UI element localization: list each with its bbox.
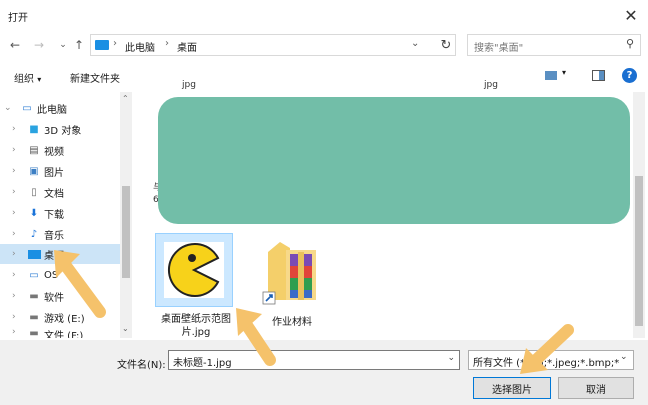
new-folder-button[interactable]: 新建文件夹 xyxy=(70,70,120,85)
sidebar-item-label: 下载 xyxy=(44,209,64,221)
chevron-down-icon[interactable]: ⌄ xyxy=(4,103,12,113)
breadcrumb-separator-icon: › xyxy=(113,38,117,49)
chevron-down-icon[interactable]: ▾ xyxy=(562,68,566,77)
sidebar-item-3d-objects[interactable]: › ■ 3D 对象 xyxy=(0,119,120,139)
search-input[interactable]: 搜索"桌面" ⚲ xyxy=(467,34,641,56)
desktop-location-icon xyxy=(95,40,109,50)
folder-item-homework[interactable] xyxy=(260,234,324,308)
chevron-right-icon[interactable]: › xyxy=(12,291,16,301)
annotation-arrow-icon xyxy=(236,308,276,366)
drive-icon: ▬ xyxy=(29,311,39,323)
file-item-wallpaper-jpg[interactable] xyxy=(155,233,233,307)
sidebar-scroll-thumb[interactable] xyxy=(122,186,130,278)
annotation-arrow-icon xyxy=(520,324,574,374)
chevron-right-icon[interactable]: › xyxy=(12,312,16,322)
sidebar-item-label: 文件 (F:) xyxy=(44,331,84,338)
sidebar-item-documents[interactable]: › ▯ 文档 xyxy=(0,182,120,202)
breadcrumb-desktop[interactable]: 桌面 xyxy=(177,39,197,54)
chevron-right-icon[interactable]: › xyxy=(12,166,16,176)
windows-drive-icon: ▭ xyxy=(29,269,39,281)
partial-text: jpg xyxy=(182,80,196,90)
document-icon: ▯ xyxy=(31,186,37,198)
redaction-overlay xyxy=(158,97,630,224)
search-icon: ⚲ xyxy=(625,37,634,50)
sidebar-item-label: 文档 xyxy=(44,188,64,200)
sidebar-item-files-drive[interactable]: › ▬ 文件 (F:) xyxy=(0,327,120,338)
desktop-icon xyxy=(27,248,41,260)
sidebar-item-label: 此电脑 xyxy=(37,104,67,116)
window-title: 打开 xyxy=(8,13,28,24)
help-icon[interactable]: ? xyxy=(622,68,637,83)
sidebar-item-label: 3D 对象 xyxy=(44,125,82,137)
up-arrow-icon[interactable]: ↑ xyxy=(70,36,88,54)
filename-input[interactable]: 未标题-1.jpg ⌄ xyxy=(168,350,460,370)
chevron-right-icon[interactable]: › xyxy=(12,208,16,218)
drive-icon: ▬ xyxy=(29,327,39,339)
chevron-down-icon[interactable]: ⌄ xyxy=(620,352,628,362)
chevron-right-icon[interactable]: › xyxy=(12,124,16,134)
sidebar-item-pictures[interactable]: › ▣ 图片 xyxy=(0,161,120,181)
chevron-down-icon[interactable]: ⌄ xyxy=(447,353,455,363)
annotation-arrow-icon xyxy=(54,250,106,318)
back-arrow-icon[interactable]: ← xyxy=(6,36,24,54)
chevron-down-icon: ▾ xyxy=(37,75,42,84)
filename-label: 文件名(N): xyxy=(117,360,166,371)
download-arrow-icon: ⬇ xyxy=(29,207,39,219)
sidebar-item-videos[interactable]: › ▤ 视频 xyxy=(0,140,120,160)
scroll-up-icon[interactable]: ⌃ xyxy=(122,94,129,103)
picture-icon: ▣ xyxy=(29,165,39,177)
address-dropdown-chevron-icon[interactable]: ⌄ xyxy=(411,38,419,49)
search-placeholder: 搜索"桌面" xyxy=(474,43,524,54)
chevron-right-icon[interactable]: › xyxy=(12,249,16,259)
address-bar[interactable]: › 此电脑 › 桌面 ⌄ xyxy=(90,34,456,56)
chevron-right-icon[interactable]: › xyxy=(12,270,16,280)
breadcrumb-this-pc[interactable]: 此电脑 xyxy=(125,39,155,54)
content-scroll-thumb[interactable] xyxy=(635,176,643,326)
sidebar-item-label: 视频 xyxy=(44,146,64,158)
sidebar-item-label: 图片 xyxy=(44,167,64,179)
music-note-icon: ♪ xyxy=(30,228,38,240)
scroll-down-icon[interactable]: ⌄ xyxy=(122,324,129,333)
chevron-right-icon[interactable]: › xyxy=(12,229,16,239)
organize-label: 组织 xyxy=(14,74,34,85)
partial-text: jpg xyxy=(484,80,498,90)
cube-icon: ■ xyxy=(29,123,39,135)
organize-menu[interactable]: 组织 ▾ xyxy=(14,70,41,85)
breadcrumb-separator-icon: › xyxy=(165,38,169,49)
chevron-right-icon[interactable]: › xyxy=(12,145,16,155)
filename-value: 未标题-1.jpg xyxy=(173,358,232,369)
partial-file-label: jpg xyxy=(182,80,196,90)
close-icon[interactable]: ✕ xyxy=(620,4,642,26)
drive-icon: ▬ xyxy=(29,290,39,302)
content-scrollbar[interactable] xyxy=(633,92,645,338)
pacman-thumbnail-icon xyxy=(164,242,224,298)
forward-arrow-icon[interactable]: → xyxy=(30,36,48,54)
sidebar-item-downloads[interactable]: › ⬇ 下载 xyxy=(0,203,120,223)
refresh-icon[interactable]: ↻ xyxy=(432,34,460,56)
sidebar-scrollbar[interactable]: ⌃ ⌄ xyxy=(120,92,132,338)
winrar-archive-icon xyxy=(262,242,316,305)
chevron-right-icon[interactable]: › xyxy=(12,187,16,197)
film-icon: ▤ xyxy=(29,144,39,156)
computer-icon: ▭ xyxy=(22,102,32,114)
preview-pane-icon[interactable] xyxy=(592,70,605,81)
sidebar-item-this-pc[interactable]: ⌄ ▭ 此电脑 xyxy=(0,98,120,118)
chevron-right-icon[interactable]: › xyxy=(12,327,16,337)
title-bar xyxy=(0,0,648,30)
view-options-icon[interactable] xyxy=(545,71,557,80)
partial-file-label: jpg xyxy=(484,80,498,90)
